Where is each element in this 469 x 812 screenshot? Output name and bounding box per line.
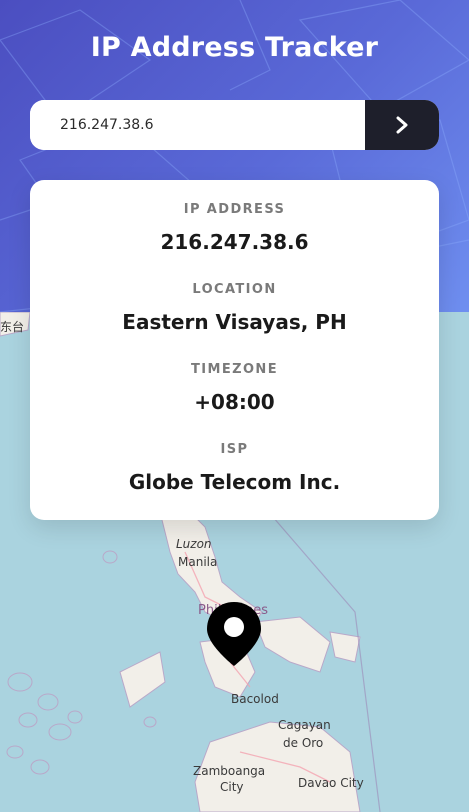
map-label-zamboanga-1: Zamboanga — [193, 764, 266, 778]
map-label-corner: 东台 — [0, 320, 25, 334]
map-label-bacolod: Bacolod — [231, 692, 279, 706]
map-label-cagayan-2: de Oro — [283, 736, 324, 750]
timezone-label: TIMEZONE — [191, 362, 278, 377]
location-label: LOCATION — [192, 282, 277, 297]
map-label-davao: Davao City — [298, 776, 364, 790]
map-label-luzon: Luzon — [176, 537, 212, 551]
ip-address-label: IP ADDRESS — [183, 202, 286, 217]
ip-info-card: IP ADDRESS 216.247.38.6 LOCATION Eastern… — [30, 180, 439, 520]
search-form — [30, 100, 439, 150]
search-submit-button[interactable] — [365, 100, 439, 150]
isp-label: ISP — [220, 442, 249, 457]
ip-address-value: 216.247.38.6 — [160, 230, 309, 254]
ip-search-input[interactable] — [30, 100, 365, 150]
chevron-right-icon — [396, 116, 408, 134]
map-label-zamboanga-2: City — [220, 780, 244, 794]
page-title: IP Address Tracker — [90, 32, 379, 63]
timezone-value: +08:00 — [194, 390, 275, 414]
location-pin-icon — [207, 602, 261, 666]
location-marker[interactable] — [205, 600, 263, 672]
map-label-manila: Manila — [178, 555, 218, 569]
isp-value: Globe Telecom Inc. — [128, 470, 341, 494]
map-label-cagayan-1: Cagayan — [278, 718, 331, 732]
location-value: Eastern Visayas, PH — [122, 310, 347, 334]
